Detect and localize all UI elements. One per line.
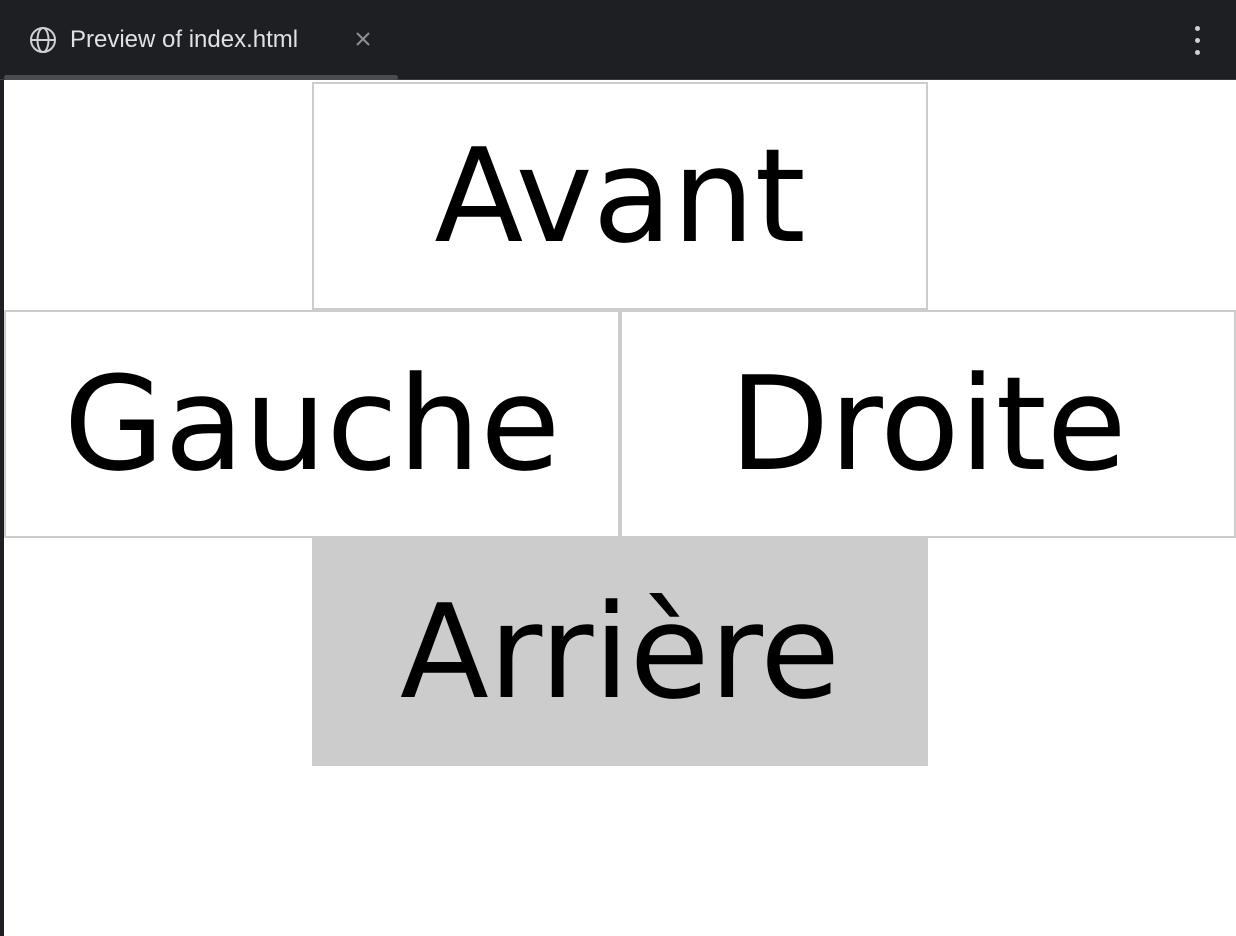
- arriere-button[interactable]: Arrière: [312, 538, 928, 766]
- tab-title: Preview of index.html: [70, 26, 299, 53]
- close-icon[interactable]: [352, 28, 374, 50]
- editor-tab-bar: Preview of index.html: [0, 0, 1236, 80]
- preview-window: Preview of index.html Avant Gauche Droit…: [0, 0, 1236, 936]
- tab-preview[interactable]: Preview of index.html: [4, 0, 398, 80]
- active-tab-indicator: [4, 75, 398, 80]
- droite-button[interactable]: Droite: [620, 310, 1236, 538]
- more-vertical-icon[interactable]: [1186, 26, 1210, 56]
- globe-icon: [30, 27, 56, 53]
- avant-button[interactable]: Avant: [312, 82, 928, 310]
- gauche-button[interactable]: Gauche: [4, 310, 620, 538]
